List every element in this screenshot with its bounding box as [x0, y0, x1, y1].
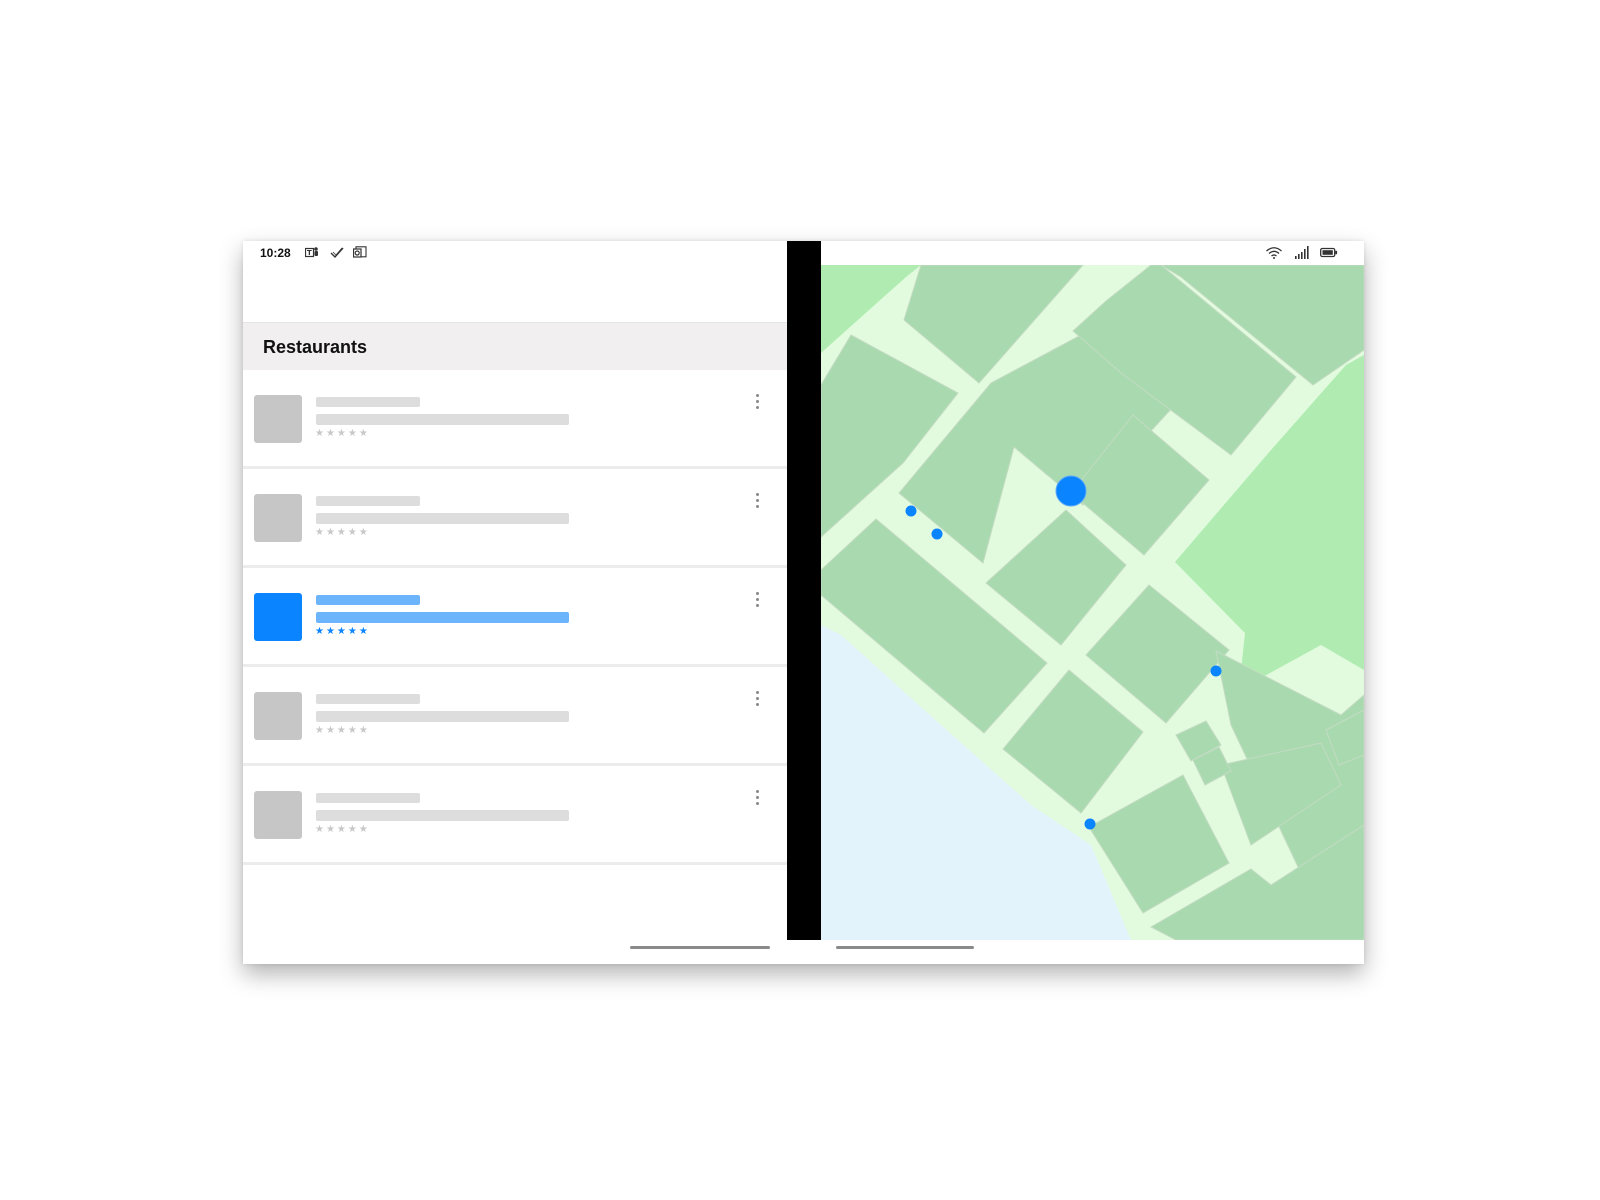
dual-screen-device: 10:28 T Restaurants ★★★★★ ★★★★★ ★★★★★ ★★…	[243, 241, 1364, 964]
restaurant-pin[interactable]	[1210, 665, 1222, 677]
home-indicator-left[interactable]	[630, 946, 770, 949]
restaurant-name-placeholder	[316, 694, 420, 704]
restaurant-detail-placeholder	[316, 711, 569, 722]
more-options-button[interactable]	[748, 390, 766, 414]
star-rating: ★★★★★	[315, 626, 370, 637]
star-rating: ★★★★★	[315, 428, 370, 439]
more-options-button[interactable]	[748, 588, 766, 612]
list-item[interactable]: ★★★★★	[243, 667, 787, 766]
cellular-signal-icon	[1294, 246, 1310, 259]
list-item[interactable]: ★★★★★	[243, 469, 787, 568]
restaurant-detail-placeholder	[316, 414, 569, 425]
teams-icon: T	[304, 246, 319, 259]
battery-icon	[1320, 246, 1338, 259]
todo-check-icon	[330, 246, 344, 259]
page-title: Restaurants	[263, 337, 368, 357]
restaurant-name-placeholder	[316, 595, 420, 605]
park-area	[821, 265, 921, 353]
star-rating: ★★★★★	[315, 824, 370, 835]
restaurant-thumbnail	[254, 791, 302, 839]
right-screen	[821, 241, 1364, 964]
device-hinge	[787, 241, 821, 940]
restaurant-name-placeholder	[316, 397, 420, 407]
outlook-icon	[352, 246, 367, 259]
restaurant-pin[interactable]	[931, 528, 943, 540]
svg-text:T: T	[307, 249, 312, 257]
home-indicator-right[interactable]	[836, 946, 974, 949]
restaurant-thumbnail	[254, 494, 302, 542]
left-screen: 10:28 T Restaurants ★★★★★ ★★★★★ ★★★★★ ★★…	[243, 241, 787, 964]
restaurant-detail-placeholder	[316, 513, 569, 524]
more-options-button[interactable]	[748, 687, 766, 711]
restaurant-thumbnail	[254, 395, 302, 443]
map-canvas[interactable]	[821, 265, 1364, 940]
city-block	[1002, 669, 1144, 814]
more-options-button[interactable]	[748, 489, 766, 513]
restaurant-pin[interactable]	[1084, 818, 1096, 830]
more-options-button[interactable]	[748, 786, 766, 810]
list-item-selected[interactable]: ★★★★★	[243, 568, 787, 667]
status-time: 10:28	[260, 246, 291, 260]
wifi-icon	[1265, 246, 1283, 259]
status-bar-left: 10:28 T	[243, 241, 787, 265]
restaurant-detail-placeholder	[316, 612, 569, 623]
star-rating: ★★★★★	[315, 527, 370, 538]
restaurant-detail-placeholder	[316, 810, 569, 821]
list-item[interactable]: ★★★★★	[243, 370, 787, 469]
restaurant-name-placeholder	[316, 496, 420, 506]
map-view[interactable]	[821, 265, 1364, 940]
restaurants-header: Restaurants	[243, 322, 787, 371]
list-item[interactable]: ★★★★★	[243, 766, 787, 865]
restaurant-name-placeholder	[316, 793, 420, 803]
selected-restaurant-pin[interactable]	[1055, 475, 1087, 507]
city-block	[985, 509, 1127, 646]
status-bar-right	[821, 241, 1364, 265]
restaurant-list: ★★★★★ ★★★★★ ★★★★★ ★★★★★ ★★★★★	[243, 370, 787, 865]
restaurant-thumbnail	[254, 692, 302, 740]
restaurant-pin[interactable]	[905, 505, 917, 517]
restaurant-thumbnail	[254, 593, 302, 641]
star-rating: ★★★★★	[315, 725, 370, 736]
